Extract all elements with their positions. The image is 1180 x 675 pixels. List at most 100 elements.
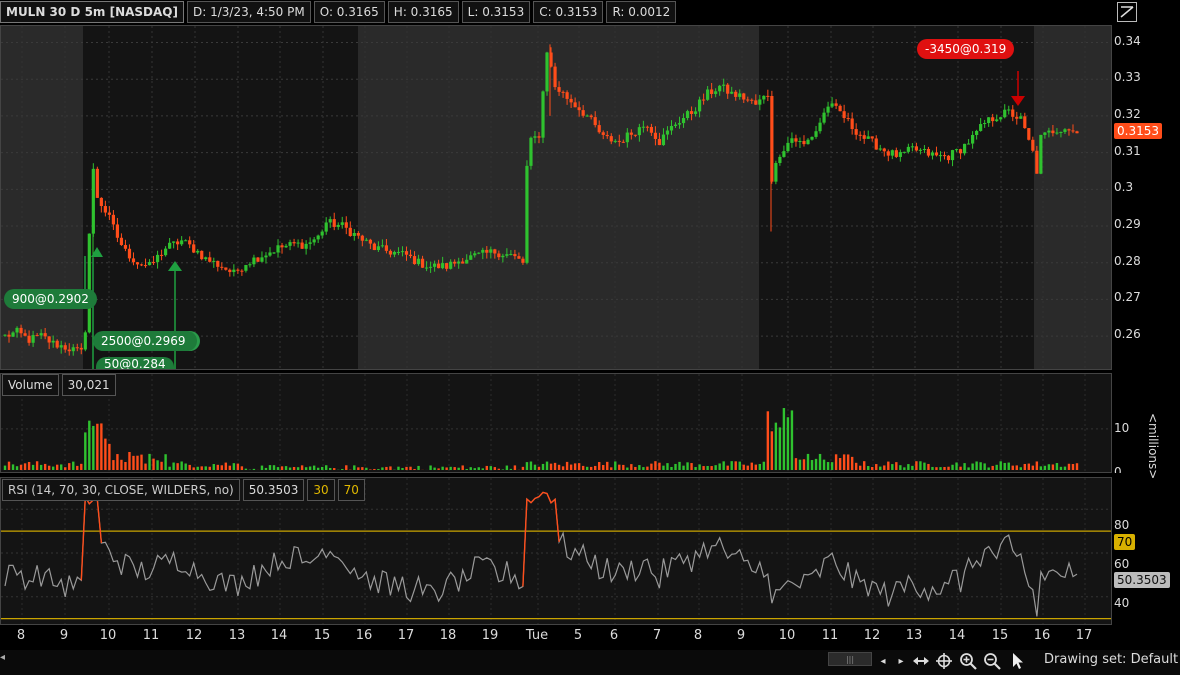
zoom-out-icon[interactable] [981, 651, 1003, 671]
volume-bar [220, 465, 224, 470]
buy-trade-tag-2[interactable]: 2500@0.2969 [93, 331, 194, 351]
candle-body [991, 117, 995, 122]
volume-bar [710, 466, 713, 470]
time-axis-label: 13 [905, 628, 923, 643]
candle-body [461, 261, 465, 264]
buy-trade-tag-1[interactable]: 900@0.2902 [4, 289, 97, 309]
volume-bar [975, 461, 978, 470]
volume-bar [694, 467, 697, 470]
scroll-right-arrow-icon[interactable]: ▸ [890, 651, 912, 671]
candle-body [1059, 131, 1063, 133]
volume-label[interactable]: Volume [2, 374, 59, 396]
symbol-label[interactable]: MULN 30 D 5m [NASDAQ] [0, 1, 184, 23]
price-pane[interactable] [0, 25, 1112, 370]
candle-body [826, 106, 830, 113]
candle-body [798, 141, 802, 143]
candle-body [738, 93, 742, 97]
volume-bar [774, 422, 778, 470]
volume-bar [124, 461, 127, 470]
pointer-cursor-icon[interactable] [1007, 651, 1029, 671]
volume-bar [324, 465, 328, 470]
sell-trade-tag[interactable]: -3450@0.319 [917, 39, 1015, 59]
volume-bar [863, 461, 866, 470]
volume-bar [871, 466, 874, 470]
drawing-set-label[interactable]: Drawing set: Default [1044, 652, 1178, 667]
candle-body [268, 252, 272, 256]
volume-bar [88, 420, 91, 470]
candle-body [637, 127, 641, 136]
candle-body [67, 349, 71, 352]
volume-bar [931, 466, 934, 470]
session-shade-3 [759, 26, 1034, 369]
volume-header: Volume 30,021 [2, 374, 116, 396]
candle-body [364, 239, 368, 241]
volume-bar [457, 467, 460, 470]
candle-body [312, 239, 316, 243]
volume-bar [585, 466, 589, 470]
time-axis-label: 16 [355, 628, 373, 643]
volume-bar [3, 465, 7, 470]
volume-bar [64, 467, 67, 470]
rsi-study-label[interactable]: RSI (14, 70, 30, CLOSE, WILDERS, no) [2, 479, 240, 501]
volume-bar [622, 464, 625, 470]
candle-body [902, 151, 906, 153]
time-axis-label: 10 [778, 628, 796, 643]
volume-bar [1019, 467, 1022, 470]
volume-bar [654, 461, 657, 470]
candle-body [3, 334, 7, 336]
candle-body [529, 137, 533, 166]
volume-bar [212, 464, 215, 470]
candle-body [669, 125, 674, 131]
price-axis[interactable]: 0.34 0.33 0.32 0.31 0.3 0.29 0.28 0.27 0.26 0.315… [1112, 25, 1180, 370]
pan-horizontal-icon[interactable] [910, 651, 932, 671]
candle-body [593, 117, 597, 126]
volume-bar [43, 463, 47, 470]
candle-body [320, 231, 324, 236]
volume-bar [569, 464, 573, 470]
volume-pane[interactable] [0, 373, 1112, 473]
close-readout: C: 0.3153 [533, 1, 604, 23]
volume-bar [786, 417, 790, 470]
vol-bg-1 [83, 374, 358, 472]
volume-bar [60, 464, 63, 470]
vol-bg-4 [1034, 374, 1111, 472]
candle-body [372, 243, 376, 251]
buy-trade-tag-3[interactable]: 50@0.284 [96, 357, 174, 369]
price-axis-label: 0.34 [1114, 33, 1141, 48]
volume-bar [11, 464, 15, 470]
zoom-in-icon[interactable] [957, 651, 979, 671]
style-toggle-icon[interactable] [1117, 2, 1137, 22]
candle-body [822, 112, 826, 123]
time-axis-label: Tue [525, 628, 549, 643]
candle-body [308, 242, 312, 244]
time-axis-label: 8 [693, 628, 703, 643]
scrollbar-thumb[interactable]: ||| [828, 652, 872, 666]
candle-body [754, 100, 758, 105]
crosshair-icon[interactable] [933, 651, 955, 671]
candle-body [135, 262, 140, 265]
candle-body [87, 233, 91, 333]
volume-bar [842, 454, 846, 470]
candle-body [416, 258, 421, 265]
volume-bar [27, 461, 31, 470]
candle-body [657, 138, 662, 146]
candle-body [882, 148, 886, 152]
volume-bar [461, 465, 464, 470]
volume-bar [204, 466, 207, 470]
candle-body [356, 233, 360, 236]
scroll-left-icon[interactable]: ◂ [0, 652, 5, 663]
volume-bar [260, 465, 264, 470]
candle-body [794, 138, 798, 142]
volume-bar [606, 461, 609, 470]
candle-body [1039, 134, 1043, 174]
rsi-axis-80: 80 [1114, 518, 1130, 532]
candle-body [43, 333, 47, 337]
candle-body [83, 332, 87, 350]
volume-bar [939, 467, 942, 470]
rsi-axis: 80 70 60 50.3503 40 [1112, 477, 1180, 625]
time-axis-label: 6 [609, 628, 619, 643]
volume-bar [923, 462, 926, 470]
price-axis-label: 0.26 [1114, 327, 1141, 342]
time-axis-label: 16 [1033, 628, 1051, 643]
volume-bar [369, 469, 372, 470]
